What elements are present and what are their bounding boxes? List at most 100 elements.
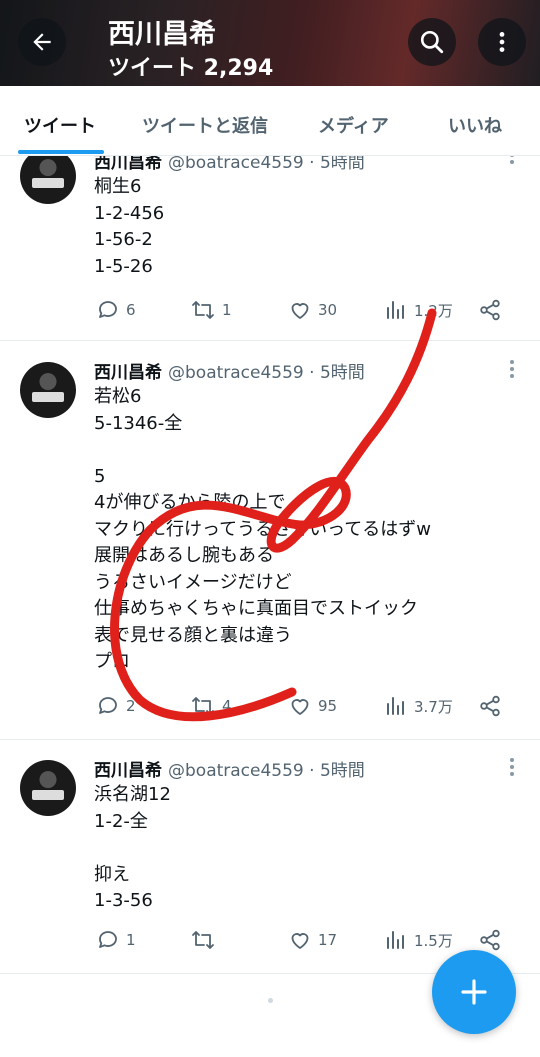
- tweet-line: うるさいイメージだけど: [94, 571, 292, 593]
- tab-tweets[interactable]: ツイート: [24, 112, 96, 138]
- heart-icon: [291, 303, 309, 319]
- tweet-more-icon[interactable]: [510, 156, 514, 167]
- search-button[interactable]: [408, 18, 456, 66]
- author-handle: @boatrace4559 · 5時間: [168, 761, 365, 781]
- tweet-count: ツイート 2,294: [108, 56, 274, 81]
- tweet-line: 表で見せる顔と裏は違う: [94, 624, 292, 646]
- scroll-indicator-dot: [268, 998, 273, 1003]
- reply-count: 1: [126, 931, 136, 949]
- tweet-line: 1-2-全: [94, 810, 148, 832]
- retweet-button[interactable]: [190, 928, 222, 952]
- tweet-line: マクりに行けってうるさくいってるはずw: [94, 518, 431, 540]
- author-name[interactable]: 西川昌希: [94, 156, 162, 173]
- tweet[interactable]: 西川昌希 @boatrace4559 · 5時間 桐生6 1-2-456 1-56…: [0, 156, 540, 341]
- retweet-count: 1: [222, 301, 232, 319]
- search-icon: [420, 30, 444, 54]
- tweet-line: 桐生6: [94, 176, 142, 197]
- tweet-header: 西川昌希 @boatrace4559 · 5時間: [94, 156, 365, 173]
- tweet[interactable]: 西川昌希 @boatrace4559 · 5時間 若松6 5-1346-全 5 4…: [0, 342, 540, 740]
- avatar[interactable]: [20, 362, 76, 418]
- tweet-more-icon[interactable]: [510, 758, 514, 779]
- analytics-icon: [387, 301, 404, 319]
- share-button[interactable]: [478, 928, 502, 952]
- views-button[interactable]: 1.2万: [384, 298, 453, 322]
- retweet-icon: [192, 301, 214, 319]
- author-name[interactable]: 西川昌希: [94, 363, 162, 383]
- reply-icon: [99, 931, 117, 948]
- tweet-line: 1-2-456: [94, 202, 165, 224]
- avatar[interactable]: [20, 760, 76, 816]
- author-handle: @boatrace4559 · 5時間: [168, 156, 365, 173]
- tweet-line: 5-1346-全: [94, 412, 183, 434]
- analytics-icon: [387, 697, 404, 715]
- reply-icon: [99, 301, 117, 318]
- more-vertical-icon: [499, 32, 505, 52]
- reply-icon: [99, 697, 117, 714]
- share-icon: [480, 695, 500, 717]
- tweet-line: 仕事めちゃくちゃに真面目でストイック: [94, 598, 418, 619]
- views-button[interactable]: 1.5万: [384, 928, 453, 952]
- share-icon: [480, 929, 500, 951]
- like-button[interactable]: 30: [288, 298, 337, 322]
- tweet-line: 抑え: [94, 863, 130, 885]
- reply-button[interactable]: 2: [96, 694, 136, 718]
- reply-count: 2: [126, 697, 136, 715]
- analytics-icon: [387, 931, 404, 949]
- tab-likes[interactable]: いいね: [448, 112, 502, 138]
- author-name[interactable]: 西川昌希: [94, 761, 162, 781]
- tweet-line: 浜名湖12: [94, 784, 171, 805]
- retweet-count: 4: [222, 697, 232, 715]
- tweet-actions: 2 4 95 3.7万: [0, 694, 540, 724]
- like-count: 95: [318, 697, 338, 715]
- tab-tweets-replies[interactable]: ツイートと返信: [142, 112, 268, 138]
- retweet-button[interactable]: 1: [190, 298, 232, 322]
- tab-media[interactable]: メディア: [318, 112, 389, 138]
- tweet-text: 桐生6 1-2-456 1-56-2 1-5-26: [94, 174, 164, 280]
- tweet-header: 西川昌希 @boatrace4559 · 5時間: [94, 358, 365, 383]
- tweet-line: 1-56-2: [94, 229, 153, 250]
- profile-tabs: ツイート ツイートと返信 メディア いいね: [0, 86, 540, 156]
- tweet-feed[interactable]: 西川昌希 @boatrace4559 · 5時間 桐生6 1-2-456 1-56…: [0, 156, 540, 1057]
- heart-icon: [291, 699, 309, 715]
- view-count: 1.5万: [414, 931, 453, 950]
- compose-tweet-button[interactable]: [432, 950, 516, 1034]
- views-button[interactable]: 3.7万: [384, 694, 453, 718]
- plus-icon: [461, 979, 487, 1005]
- heart-icon: [291, 933, 309, 949]
- back-button[interactable]: [18, 18, 66, 66]
- retweet-icon: [192, 931, 214, 949]
- tweet-actions: 6 1 30 1.2万: [0, 298, 540, 328]
- reply-button[interactable]: 6: [96, 298, 136, 322]
- tweet-line: 1-5-26: [94, 255, 153, 277]
- like-button[interactable]: 95: [288, 694, 337, 718]
- share-button[interactable]: [478, 694, 502, 718]
- profile-name: 西川昌希: [108, 19, 216, 50]
- arrow-left-icon: [33, 33, 51, 51]
- view-count: 1.2万: [414, 301, 453, 320]
- author-handle: @boatrace4559 · 5時間: [168, 363, 365, 383]
- retweet-icon: [192, 697, 214, 715]
- retweet-button[interactable]: 4: [190, 694, 232, 718]
- tweet-line: 展開はあるし腕もある: [94, 545, 274, 566]
- reply-count: 6: [126, 301, 136, 319]
- share-button[interactable]: [478, 298, 502, 322]
- tweet[interactable]: 西川昌希 @boatrace4559 · 5時間 浜名湖12 1-2-全 抑え 1…: [0, 740, 540, 974]
- tweet-line: 若松6: [94, 386, 142, 407]
- view-count: 3.7万: [414, 697, 453, 716]
- tweet-line: プロ: [94, 651, 130, 672]
- tweet-line: 5: [94, 465, 106, 487]
- reply-button[interactable]: 1: [96, 928, 136, 952]
- more-button[interactable]: [478, 18, 526, 66]
- like-button[interactable]: 17: [288, 928, 337, 952]
- like-count: 17: [318, 931, 338, 949]
- tweet-text: 浜名湖12 1-2-全 抑え 1-3-56: [94, 782, 171, 915]
- tweet-header: 西川昌希 @boatrace4559 · 5時間: [94, 756, 365, 781]
- tweet-line: 4が伸びるから陸の上で: [94, 492, 286, 513]
- like-count: 30: [318, 301, 338, 319]
- tweet-line: [94, 437, 431, 464]
- active-tab-indicator: [18, 150, 104, 154]
- tweet-line: 1-3-56: [94, 890, 153, 911]
- tweet-more-icon[interactable]: [510, 360, 514, 381]
- share-icon: [480, 299, 500, 321]
- avatar[interactable]: [20, 156, 76, 204]
